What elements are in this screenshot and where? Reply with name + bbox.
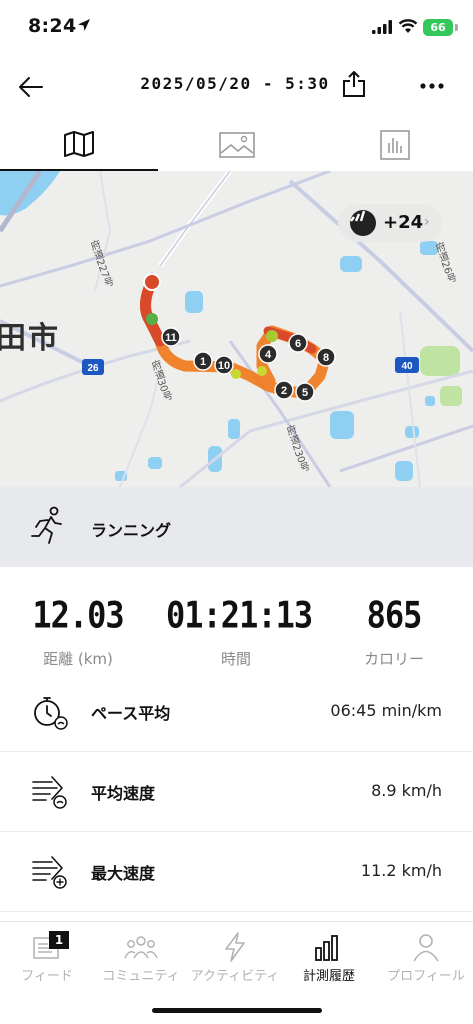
metric-label-avg-speed: 平均速度	[91, 784, 156, 803]
home-indicator	[152, 1008, 322, 1013]
nav-feed[interactable]: 1 フィード	[0, 922, 94, 992]
nav-label-profile: プロフィール	[387, 969, 465, 984]
road-label: 府道230号	[282, 423, 311, 475]
km-marker-1: 1	[193, 351, 213, 371]
metric-row-pace: ペース平均 06:45 min/km	[0, 672, 473, 752]
metric-label-max-speed: 最大速度	[91, 864, 156, 883]
partner-badge-button[interactable]: +24 ›	[338, 204, 442, 242]
partner-logo-icon	[350, 210, 376, 236]
speed-max-icon	[32, 856, 67, 889]
svg-text:6: 6	[295, 338, 301, 350]
tab-map[interactable]	[0, 118, 158, 171]
duration-label: 時間	[220, 650, 251, 668]
view-tabs	[0, 118, 473, 171]
nav-community[interactable]: コミュニティ	[94, 922, 188, 992]
back-button[interactable]	[16, 72, 46, 102]
more-button[interactable]	[418, 72, 446, 100]
stat-duration: 01:21:13 時間	[166, 593, 313, 669]
metric-value-avg-speed: 8.9 km/h	[371, 781, 442, 800]
metric-value-pace: 06:45 min/km	[330, 701, 442, 720]
road-label: 府道30号	[147, 358, 174, 404]
distance-label: 距離 (km)	[43, 650, 113, 668]
location-arrow-icon	[78, 19, 90, 31]
feed-badge: 1	[49, 931, 69, 949]
km-marker-5: 5	[295, 382, 315, 402]
tab-stats[interactable]	[316, 118, 473, 171]
nav-label-history: 計測履歴	[302, 969, 355, 984]
activity-label: ランニング	[91, 521, 172, 540]
nav-activity[interactable]: アクティビティ	[188, 922, 282, 992]
nav-history[interactable]: 計測履歴	[282, 922, 376, 992]
svg-text:4: 4	[265, 349, 272, 361]
tab-photos[interactable]	[158, 118, 316, 171]
nav-label-activity: アクティビティ	[190, 969, 280, 984]
city-label: 田市	[0, 321, 60, 356]
metric-row-avg-speed: 平均速度 8.9 km/h	[0, 752, 473, 832]
image-icon	[219, 131, 255, 158]
stopwatch-icon	[34, 697, 68, 730]
top-navigation-bar: 2025/05/20 - 5:30	[0, 60, 473, 112]
running-icon	[31, 506, 62, 544]
community-icon	[94, 930, 188, 964]
status-time: 8:24	[28, 15, 77, 37]
nav-label-feed: フィード	[21, 969, 73, 984]
route-map[interactable]: 26 40 1 2 4 5 6 8 10 11 府道227号 府道30号 府道230号 府道26号 田…	[0, 171, 473, 487]
calories-value: 865	[366, 593, 423, 637]
battery-tip	[455, 24, 458, 31]
wifi-icon	[398, 19, 418, 33]
battery-indicator: 66	[423, 19, 453, 36]
more-icon	[420, 83, 444, 89]
map-icon	[64, 130, 94, 157]
bar-chart-icon	[380, 129, 410, 160]
speed-average-icon	[32, 776, 67, 809]
chevron-right-icon: ›	[424, 214, 430, 230]
svg-text:1: 1	[200, 356, 206, 368]
road-label: 府道26号	[431, 240, 458, 286]
svg-text:5: 5	[302, 387, 308, 399]
svg-text:8: 8	[323, 352, 329, 364]
svg-text:2: 2	[281, 385, 287, 397]
svg-text:11: 11	[165, 332, 177, 344]
signal-icon	[372, 20, 392, 34]
stat-distance: 12.03 距離 (km)	[8, 593, 148, 669]
km-marker-8: 8	[316, 347, 336, 367]
history-chart-icon	[282, 930, 376, 964]
km-marker-6: 6	[288, 333, 308, 353]
share-button[interactable]	[341, 68, 367, 100]
back-arrow-icon	[19, 77, 43, 97]
share-icon	[343, 71, 365, 97]
nav-label-community: コミュニティ	[102, 969, 180, 984]
partner-count: +24	[383, 212, 424, 233]
nav-profile[interactable]: プロフィール	[379, 922, 473, 992]
feed-icon	[0, 930, 94, 964]
svg-text:10: 10	[218, 360, 230, 372]
profile-icon	[379, 930, 473, 964]
activity-type-row: ランニング	[0, 487, 473, 567]
status-bar: 8:24 66	[0, 0, 473, 58]
page-title: 2025/05/20 - 5:30	[140, 74, 330, 93]
km-marker-4: 4	[258, 344, 278, 364]
stat-calories: 865 カロリー	[324, 593, 464, 669]
km-marker-10: 10	[214, 355, 234, 375]
km-marker-11: 11	[161, 327, 181, 347]
metric-row-max-speed: 最大速度 11.2 km/h	[0, 832, 473, 912]
calories-label: カロリー	[363, 650, 424, 668]
distance-value: 12.03	[32, 593, 124, 637]
metric-value-max-speed: 11.2 km/h	[360, 861, 442, 880]
km-marker-2: 2	[274, 380, 294, 400]
road-label: 府道227号	[86, 238, 115, 290]
duration-value: 01:21:13	[166, 593, 313, 637]
metric-label-pace: ペース平均	[91, 704, 171, 723]
activity-bolt-icon	[188, 930, 282, 964]
